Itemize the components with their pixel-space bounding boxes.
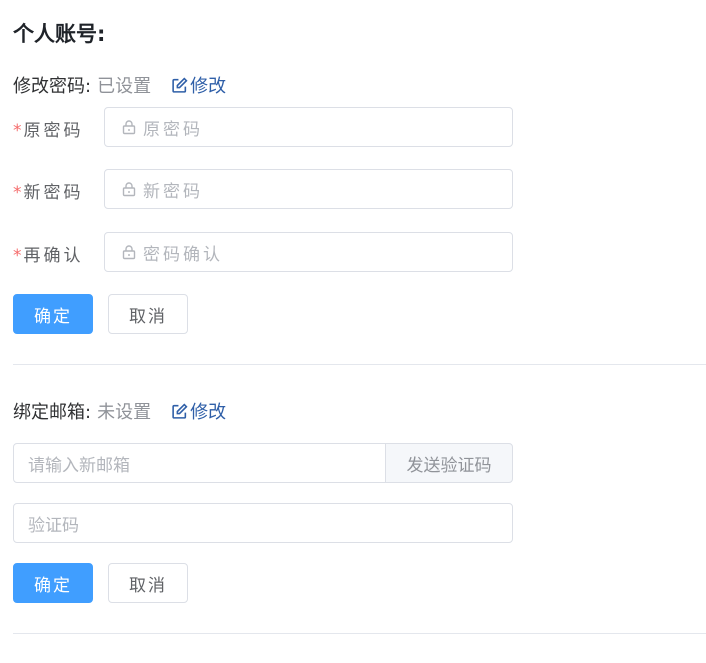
email-label: 绑定邮箱: [13,402,92,423]
section-divider [13,364,706,365]
email-input[interactable]: 请输入新邮箱 [13,443,387,483]
required-mark: * [13,183,22,203]
password-edit-link[interactable]: 修改 [171,72,226,98]
email-edit-label: 修改 [190,402,227,423]
verification-code-placeholder: 验证码 [28,515,79,536]
old-password-input[interactable]: 原密码 [104,107,513,147]
required-mark: * [13,121,22,141]
edit-icon [172,76,188,93]
email-status: 未设置 [97,402,152,423]
edit-icon [172,402,188,419]
new-password-input[interactable]: 新密码 [104,169,513,209]
confirm-password-placeholder: 密码确认 [143,244,223,265]
new-password-placeholder: 新密码 [143,181,203,202]
section-divider [13,633,706,634]
new-password-label: * 新密码 [13,178,84,203]
email-cancel-button[interactable]: 取消 [108,563,188,603]
verification-code-input[interactable]: 验证码 [13,503,513,543]
email-row: 绑定邮箱: 未设置 修改 [13,398,226,424]
page-title: 个人账号: [13,22,106,46]
email-confirm-button[interactable]: 确定 [13,563,93,603]
lock-icon [122,245,136,260]
new-password-label-text: 新密码 [23,183,84,203]
required-mark: * [13,246,22,266]
password-status: 已设置 [97,76,152,97]
email-placeholder: 请输入新邮箱 [28,455,130,476]
lock-icon [122,120,136,135]
old-password-label: * 原密码 [13,116,84,141]
password-cancel-button[interactable]: 取消 [108,294,188,334]
old-password-label-text: 原密码 [23,121,84,141]
password-label: 修改密码: [13,76,92,97]
send-code-button[interactable]: 发送验证码 [385,443,513,483]
password-edit-label: 修改 [190,76,227,97]
confirm-password-label-text: 再确认 [23,246,84,266]
old-password-placeholder: 原密码 [143,119,203,140]
password-row: 修改密码: 已设置 修改 [13,72,226,98]
lock-icon [122,182,136,197]
password-confirm-button[interactable]: 确定 [13,294,93,334]
confirm-password-input[interactable]: 密码确认 [104,232,513,272]
confirm-password-label: * 再确认 [13,241,84,266]
email-edit-link[interactable]: 修改 [171,398,226,424]
